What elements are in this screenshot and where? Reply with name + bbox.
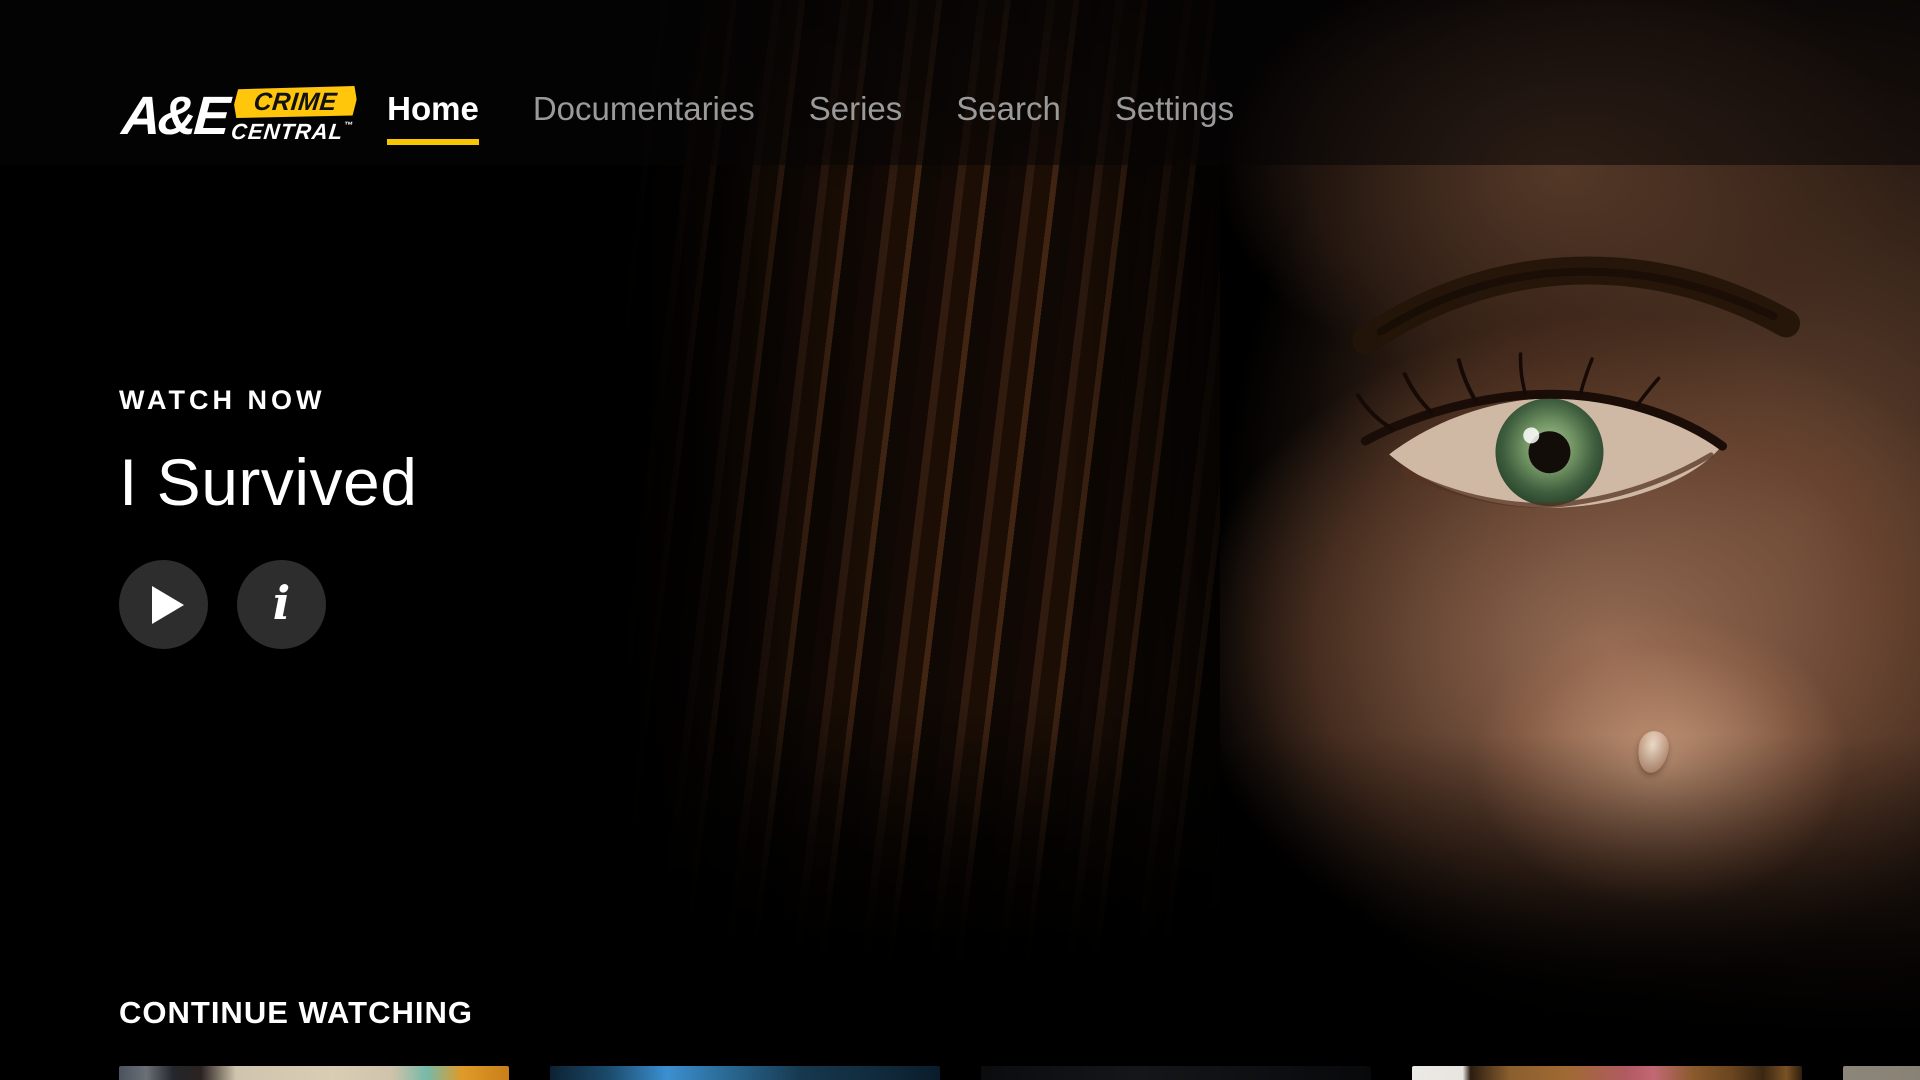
thumbnail-4[interactable]	[1412, 1066, 1802, 1080]
hero-section: WATCH NOW I Survived i	[119, 385, 417, 649]
hero-buttons: i	[119, 560, 417, 649]
continue-watching-row	[119, 1066, 1920, 1080]
play-button[interactable]	[119, 560, 208, 649]
thumbnail-1[interactable]	[119, 1066, 509, 1080]
play-icon	[152, 586, 184, 624]
central-badge-text: CENTRAL™	[230, 118, 355, 143]
thumbnail-5[interactable]	[1843, 1066, 1920, 1080]
continue-watching-section: CONTINUE WATCHING	[0, 995, 1920, 1031]
info-button[interactable]: i	[237, 560, 326, 649]
info-icon: i	[273, 580, 290, 626]
thumbnail-2[interactable]	[550, 1066, 940, 1080]
brand-logo: A&E CRIME CENTRAL™	[122, 86, 355, 143]
nav-item-home[interactable]: Home	[387, 92, 479, 145]
continue-watching-heading: CONTINUE WATCHING	[119, 995, 1920, 1031]
trademark-symbol: ™	[343, 120, 354, 130]
nav-item-series[interactable]: Series	[809, 92, 903, 145]
app-root: A&E CRIME CENTRAL™ Home Documentaries Se…	[0, 0, 1920, 1080]
main-nav: Home Documentaries Series Search Setting…	[387, 92, 1234, 145]
hero-title: I Survived	[119, 444, 417, 520]
nav-item-documentaries[interactable]: Documentaries	[533, 92, 755, 145]
crime-central-badge: CRIME CENTRAL™	[230, 86, 358, 143]
top-nav-bar: A&E CRIME CENTRAL™ Home Documentaries Se…	[0, 0, 1920, 165]
nav-item-search[interactable]: Search	[956, 92, 1061, 145]
ae-logo-text: A&E	[120, 89, 235, 143]
thumbnail-3[interactable]	[981, 1066, 1371, 1080]
nav-item-settings[interactable]: Settings	[1115, 92, 1234, 145]
watch-now-label: WATCH NOW	[119, 385, 417, 416]
crime-badge-text: CRIME	[233, 86, 358, 118]
